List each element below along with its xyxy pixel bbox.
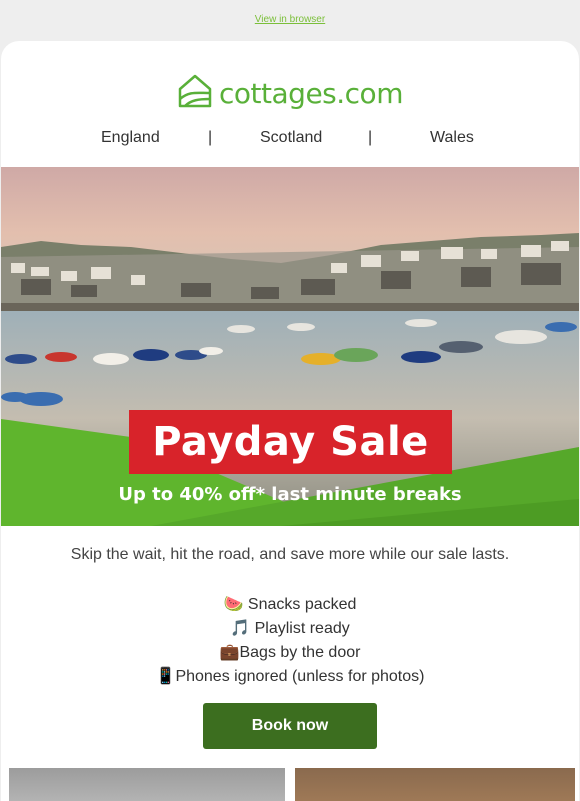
nav-item-scotland[interactable]: Scotland bbox=[260, 129, 322, 147]
hero-banner[interactable]: Payday Sale Up to 40% off* last minute b… bbox=[1, 167, 579, 526]
music-note-icon: 🎵 bbox=[230, 618, 251, 637]
list-item: 📱Phones ignored (unless for photos) bbox=[1, 664, 579, 688]
view-in-browser-link[interactable]: View in browser bbox=[255, 14, 325, 25]
logo-suffix: .com bbox=[336, 77, 403, 110]
checklist: 🍉 Snacks packed 🎵 Playlist ready 💼Bags b… bbox=[1, 592, 579, 688]
list-item-text: Phones ignored (unless for photos) bbox=[175, 668, 425, 685]
briefcase-icon: 💼 bbox=[219, 642, 240, 661]
thumbnail-image[interactable] bbox=[9, 768, 285, 801]
watermelon-icon: 🍉 bbox=[223, 594, 244, 613]
book-now-button[interactable]: Book now bbox=[203, 703, 377, 749]
sale-title: Payday Sale bbox=[129, 410, 452, 474]
nav-separator: | bbox=[208, 129, 213, 146]
list-item-text: Playlist ready bbox=[250, 620, 350, 637]
brand-logo[interactable]: cottages.com bbox=[1, 73, 579, 114]
email-card: cottages.com England | Scotland | Wales bbox=[1, 41, 579, 801]
logo-name: cottages bbox=[219, 77, 337, 110]
intro-text: Skip the wait, hit the road, and save mo… bbox=[70, 546, 510, 563]
list-item-text: Snacks packed bbox=[243, 596, 357, 613]
house-icon bbox=[177, 73, 213, 114]
sale-subtitle: Up to 40% off* last minute breaks bbox=[118, 484, 462, 505]
list-item: 🍉 Snacks packed bbox=[1, 592, 579, 616]
list-item: 🎵 Playlist ready bbox=[1, 616, 579, 640]
list-item-text: Bags by the door bbox=[239, 644, 361, 661]
mobile-phone-icon: 📱 bbox=[155, 666, 176, 685]
nav-separator: | bbox=[368, 129, 373, 146]
nav-item-england[interactable]: England bbox=[101, 129, 160, 147]
nav-item-wales[interactable]: Wales bbox=[430, 129, 474, 147]
thumbnail-image[interactable] bbox=[295, 768, 575, 801]
view-in-browser-bar: View in browser bbox=[0, 14, 580, 25]
region-nav: England | Scotland | Wales bbox=[1, 129, 579, 151]
logo-text: cottages.com bbox=[219, 77, 403, 110]
list-item: 💼Bags by the door bbox=[1, 640, 579, 664]
